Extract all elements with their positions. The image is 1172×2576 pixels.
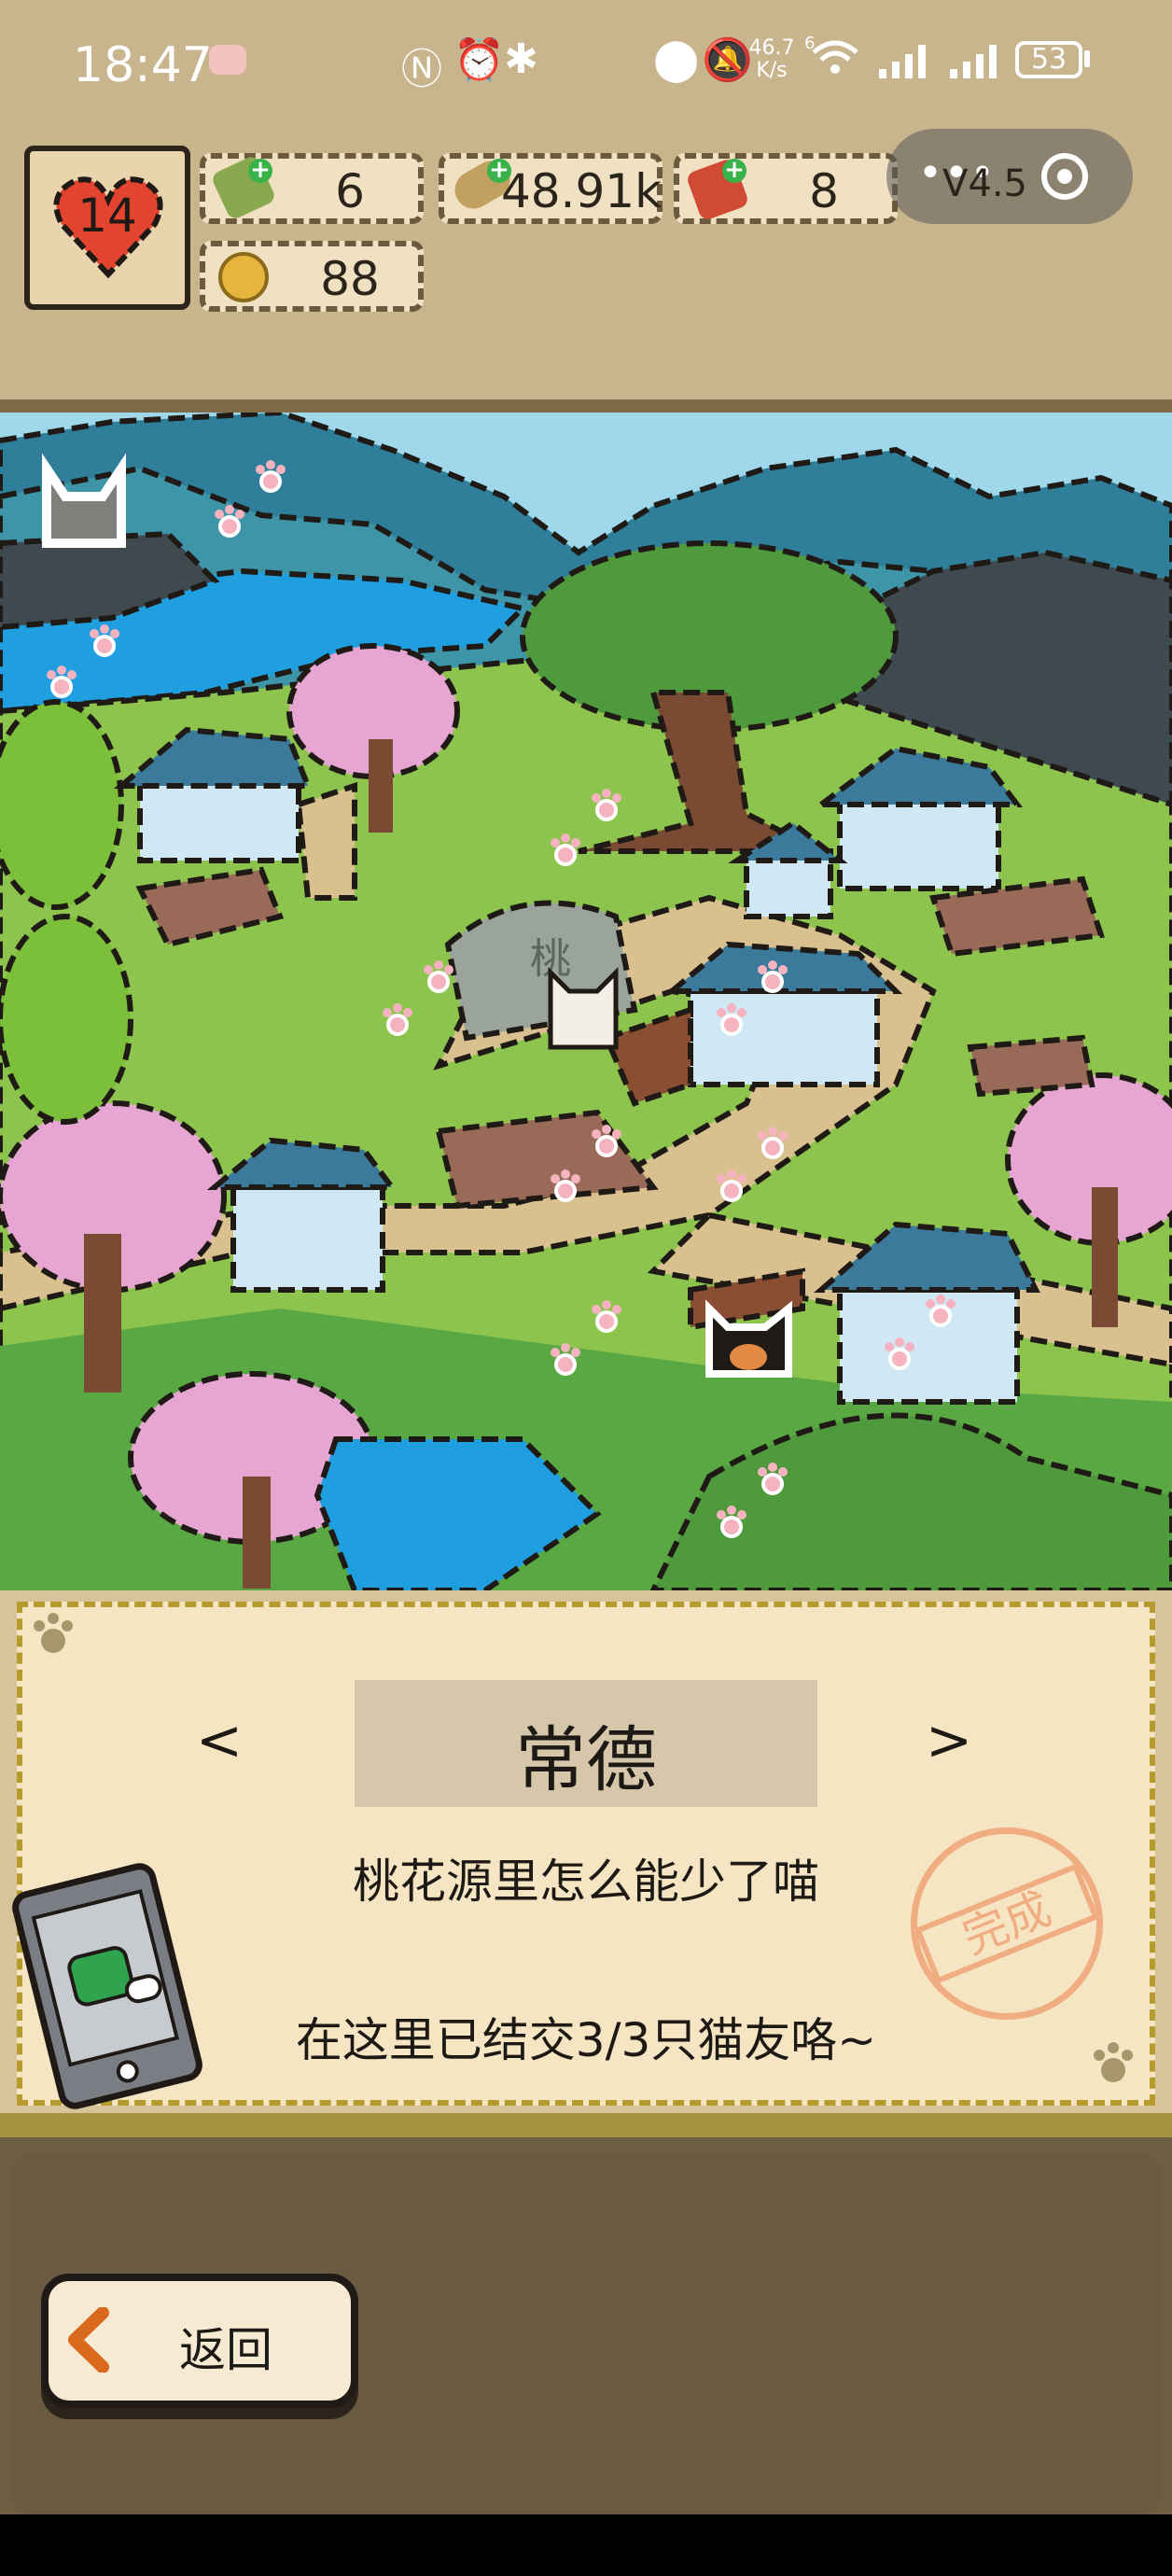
paw-print-icon[interactable] xyxy=(713,1167,750,1208)
mute-icon: 🔕 xyxy=(702,36,753,84)
target-icon[interactable] xyxy=(1041,153,1088,200)
next-location-button[interactable]: > xyxy=(916,1708,982,1773)
ticket-resource[interactable]: + 8 xyxy=(674,153,898,224)
back-button[interactable]: 返回 xyxy=(41,2274,358,2408)
network-speed-unit: K/s xyxy=(756,59,788,82)
battery-indicator: 53 xyxy=(1015,41,1082,78)
app-notification-icon xyxy=(209,45,246,75)
back-button-label: 返回 xyxy=(179,2323,272,2377)
signal-icon-1 xyxy=(879,45,926,78)
stamp-text: 完成 xyxy=(914,1863,1100,1984)
status-time: 18:47 xyxy=(73,37,213,93)
paw-print-icon[interactable] xyxy=(86,622,123,663)
coin-count: 88 xyxy=(320,252,380,306)
wifi-icon xyxy=(812,40,858,74)
coin-icon xyxy=(218,252,269,302)
nfc-icon: Ⓝ xyxy=(401,46,442,93)
battery-tip xyxy=(1084,50,1090,67)
coin-resource[interactable]: 88 xyxy=(200,241,424,312)
mini-program-capsule: ••• V4.5 xyxy=(886,129,1133,224)
bottle-resource[interactable]: + 6 xyxy=(200,153,424,224)
paw-print-icon[interactable] xyxy=(922,1292,959,1333)
system-nav-bar xyxy=(0,2514,1172,2576)
paw-print-icon[interactable] xyxy=(713,1001,750,1042)
alarm-icon: ⏰ xyxy=(453,36,505,84)
paw-print-icon[interactable] xyxy=(211,502,248,543)
paw-print-icon[interactable] xyxy=(547,831,584,872)
back-arrow-icon xyxy=(65,2306,112,2373)
fish-resource[interactable]: + 48.91k xyxy=(439,153,663,224)
village-scene[interactable]: .ol{stroke:#1f1a15;stroke-width:6;stroke… xyxy=(0,413,1172,1590)
paw-decoration-icon xyxy=(1088,2038,1138,2093)
paw-print-icon[interactable] xyxy=(420,958,457,999)
paw-print-icon[interactable] xyxy=(379,1001,416,1042)
paw-print-icon[interactable] xyxy=(588,786,625,827)
bluetooth-icon: ✱ xyxy=(504,35,538,83)
prev-location-button[interactable]: < xyxy=(187,1708,252,1773)
paw-print-icon[interactable] xyxy=(754,1460,791,1501)
fish-count: 48.91k xyxy=(500,164,663,218)
signal-icon-2 xyxy=(950,45,997,78)
location-icon: ⬤ xyxy=(653,35,700,83)
network-speed: 46.7 K/s xyxy=(746,37,797,82)
paw-print-icon[interactable] xyxy=(754,1124,791,1165)
paw-print-icon[interactable] xyxy=(547,1340,584,1381)
network-speed-value: 46.7 xyxy=(748,36,795,60)
cat-friend-progress: 在这里已结交3/3只猫友咯~ xyxy=(295,2013,877,2067)
paw-decoration-icon xyxy=(28,1609,78,1663)
location-description: 桃花源里怎么能少了喵 xyxy=(353,1855,819,1909)
paw-print-icon[interactable] xyxy=(588,1122,625,1163)
paw-print-icon[interactable] xyxy=(881,1335,918,1376)
paw-print-icon[interactable] xyxy=(754,958,791,999)
bottle-count: 6 xyxy=(335,164,365,218)
location-name: 常德 xyxy=(515,1718,657,1801)
paw-print-icon[interactable] xyxy=(43,663,80,704)
version-label: V4.5 xyxy=(942,162,1027,205)
ticket-count: 8 xyxy=(809,164,839,218)
top-panel-divider xyxy=(0,399,1172,413)
hearts-count: 14 xyxy=(77,189,137,243)
village-illustration: .ol{stroke:#1f1a15;stroke-width:6;stroke… xyxy=(0,413,1172,1590)
battery-level: 53 xyxy=(1030,43,1067,76)
paw-print-icon[interactable] xyxy=(252,457,289,498)
bottom-panel-border xyxy=(0,2113,1172,2137)
add-ticket-icon[interactable]: + xyxy=(722,158,746,183)
add-bottle-icon[interactable]: + xyxy=(248,158,272,183)
hearts-box[interactable]: 14 xyxy=(24,146,190,310)
paw-print-icon[interactable] xyxy=(713,1503,750,1544)
paw-print-icon[interactable] xyxy=(588,1297,625,1338)
paw-print-icon[interactable] xyxy=(547,1167,584,1208)
